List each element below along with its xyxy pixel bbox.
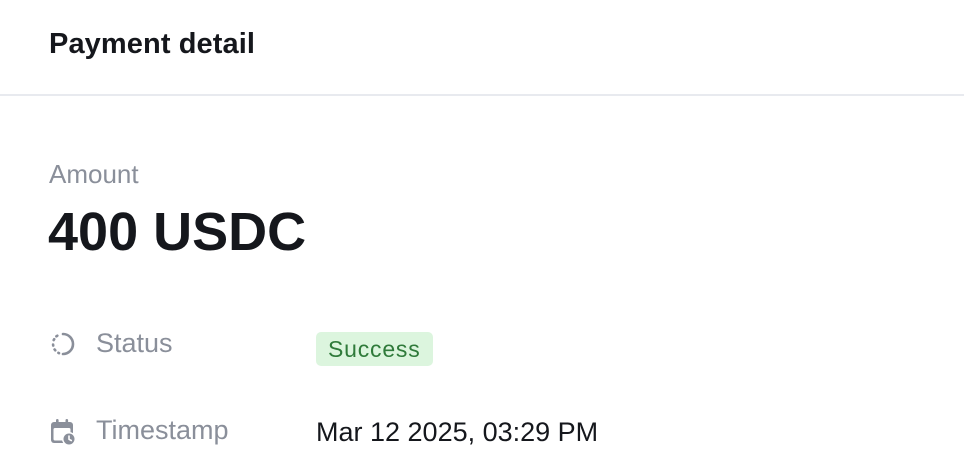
status-badge: Success bbox=[316, 332, 433, 366]
page-title: Payment detail bbox=[49, 28, 256, 60]
loading-circle-icon bbox=[49, 330, 77, 358]
status-row: Status Success bbox=[0, 324, 964, 366]
calendar-clock-icon bbox=[49, 417, 77, 446]
timestamp-label: Timestamp bbox=[96, 415, 229, 445]
timestamp-row: Timestamp Mar 12 2025, 03:29 PM bbox=[0, 411, 964, 451]
timestamp-value: Mar 12 2025, 03:29 PM bbox=[316, 417, 599, 447]
amount-value: 400 USDC bbox=[48, 202, 307, 262]
amount-label: Amount bbox=[49, 159, 139, 189]
status-label: Status bbox=[96, 328, 173, 358]
page-header: Payment detail bbox=[0, 0, 964, 96]
